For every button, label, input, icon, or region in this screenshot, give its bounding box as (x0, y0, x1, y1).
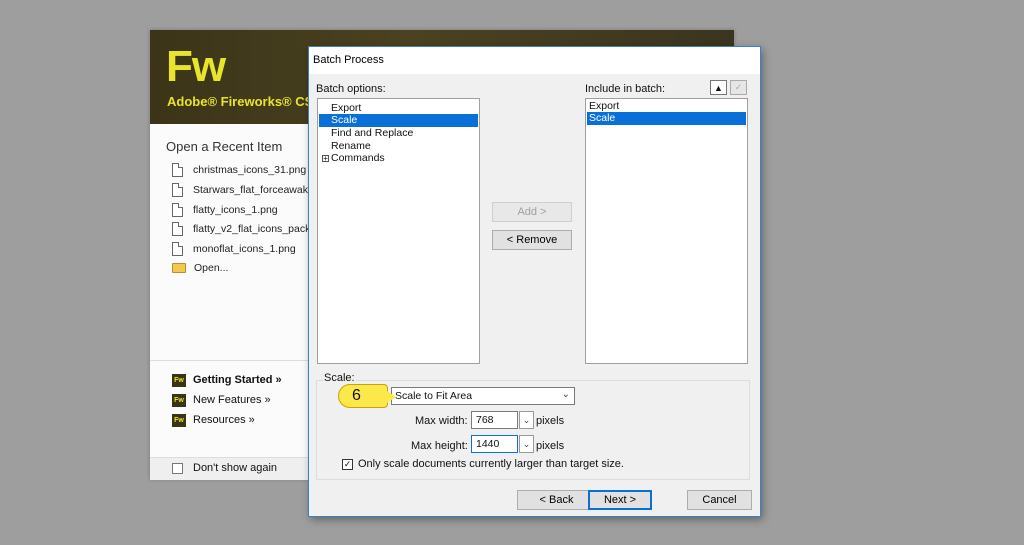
step-number-callout: 6 (338, 384, 396, 408)
dialog-title: Batch Process (313, 54, 384, 66)
resources-link[interactable]: Fw Resources » (172, 412, 255, 428)
max-width-label: Max width: (415, 415, 468, 427)
folder-icon (172, 263, 186, 273)
recent-items-heading: Open a Recent Item (166, 139, 283, 154)
max-height-label: Max height: (411, 440, 468, 452)
link-label: Getting Started » (193, 374, 282, 386)
list-item-commands[interactable]: + Commands (319, 152, 478, 165)
png-file-icon (172, 222, 183, 236)
cancel-button[interactable]: Cancel (687, 490, 752, 510)
max-height-value: 1440 (476, 438, 500, 450)
include-in-batch-label: Include in batch: (585, 83, 666, 95)
only-scale-larger-label: Only scale documents currently larger th… (358, 458, 624, 470)
list-item-selected[interactable]: Scale (587, 112, 746, 125)
recent-file-item[interactable]: flatty_icons_1.png (172, 201, 278, 219)
batch-options-label: Batch options: (316, 83, 386, 95)
open-file-link[interactable]: Open... (172, 259, 228, 277)
recent-file-item[interactable]: flatty_v2_flat_icons_pack_ (172, 220, 316, 238)
scale-mode-dropdown[interactable]: Scale to Fit Area ⌄ (391, 387, 575, 405)
dont-show-label: Don't show again (193, 462, 278, 474)
dialog-titlebar[interactable]: Batch Process (309, 47, 760, 74)
scale-group-label: Scale: (323, 372, 356, 384)
recent-file-item[interactable]: Starwars_flat_forceawake (172, 181, 314, 199)
back-button[interactable]: < Back (517, 490, 596, 510)
recent-file-name: flatty_icons_1.png (193, 204, 278, 216)
fw-icon: Fw (172, 393, 186, 407)
recent-file-name: flatty_v2_flat_icons_pack_ (193, 223, 317, 235)
recent-file-name: Starwars_flat_forceawake (193, 184, 314, 196)
chevron-down-icon: ⌄ (561, 389, 570, 400)
fw-icon: Fw (172, 373, 186, 387)
triangle-up-icon: ▲ (714, 82, 723, 93)
chevron-down-icon: ⌄ (522, 438, 531, 449)
getting-started-link[interactable]: Fw Getting Started » (172, 372, 282, 388)
batch-options-list[interactable]: Export Scale Find and Replace Rename + Co… (317, 98, 480, 364)
max-width-value: 768 (476, 414, 494, 426)
recent-file-item[interactable]: monoflat_icons_1.png (172, 240, 296, 258)
png-file-icon (172, 183, 183, 197)
png-file-icon (172, 242, 183, 256)
recent-file-item[interactable]: christmas_icons_31.png (172, 161, 306, 179)
recent-file-name: christmas_icons_31.png (193, 164, 307, 176)
scale-mode-value: Scale to Fit Area (395, 390, 473, 402)
callout-number: 6 (352, 387, 361, 404)
remove-button[interactable]: < Remove (492, 230, 572, 250)
max-width-units: pixels (536, 415, 565, 427)
link-label: Resources » (193, 414, 255, 426)
move-up-button[interactable]: ▲ (710, 80, 727, 95)
max-width-dropdown[interactable]: ⌄ (519, 411, 534, 429)
recent-file-name: monoflat_icons_1.png (193, 243, 296, 255)
add-button[interactable]: Add > (492, 202, 572, 222)
png-file-icon (172, 163, 183, 177)
list-item-label: Commands (331, 152, 385, 164)
list-item-selected[interactable]: Scale (319, 114, 478, 127)
only-scale-larger-checkbox[interactable]: ✓ Only scale documents currently larger … (342, 458, 624, 470)
fireworks-logo: Fw (166, 42, 226, 91)
fw-icon: Fw (172, 413, 186, 427)
checkbox-checked-icon[interactable]: ✓ (342, 458, 353, 470)
new-features-link[interactable]: Fw New Features » (172, 392, 271, 408)
link-label: New Features » (193, 394, 271, 406)
max-width-input[interactable]: 768 (471, 411, 518, 429)
batch-process-dialog: Batch Process Batch options: Export Scal… (308, 46, 761, 517)
png-file-icon (172, 203, 183, 217)
checkbox-box[interactable] (172, 462, 183, 474)
expand-plus-icon[interactable]: + (322, 154, 329, 162)
move-down-button[interactable]: ✓ (730, 80, 747, 95)
max-height-input[interactable]: 1440 (471, 435, 518, 453)
list-item[interactable]: Find and Replace (319, 127, 478, 140)
open-label: Open... (194, 262, 229, 274)
checkmark-icon: ✓ (734, 82, 743, 92)
include-in-batch-list[interactable]: Export Scale (585, 98, 748, 364)
product-name: Adobe® Fireworks® CS6 (167, 94, 321, 109)
max-height-units: pixels (536, 440, 565, 452)
max-height-dropdown[interactable]: ⌄ (519, 435, 534, 453)
next-button[interactable]: Next > (588, 490, 652, 510)
dont-show-again-checkbox[interactable]: Don't show again (172, 462, 277, 474)
chevron-down-icon: ⌄ (522, 414, 531, 425)
